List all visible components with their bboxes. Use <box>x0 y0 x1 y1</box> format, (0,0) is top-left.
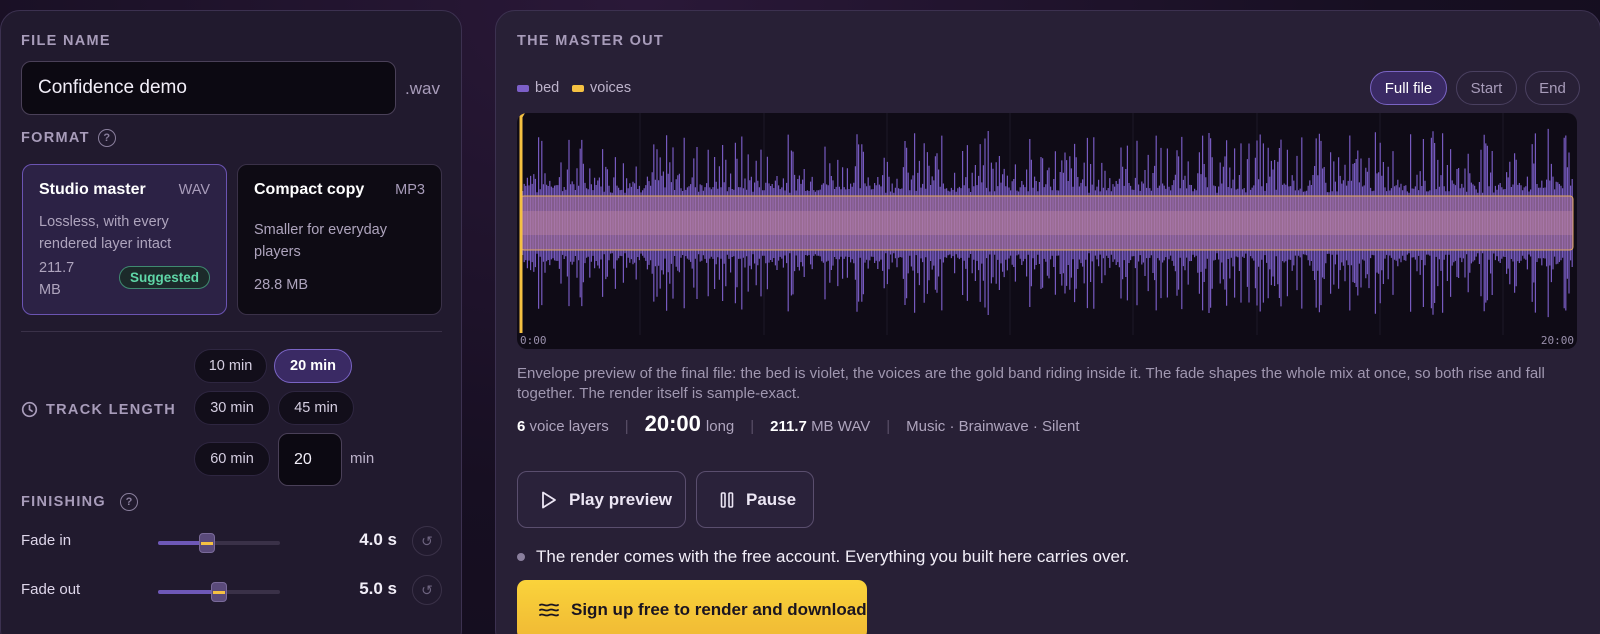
fade-out-label: Fade out <box>21 581 81 598</box>
pause-icon <box>720 491 734 508</box>
format-kind: MP3 <box>395 182 425 198</box>
range-end[interactable]: End <box>1525 71 1580 105</box>
bullet-dot <box>517 553 525 561</box>
stats-separator: | <box>624 418 629 435</box>
range-full-file[interactable]: Full file <box>1370 71 1447 105</box>
playhead-marker <box>518 113 525 119</box>
voice-layers-text: voice layers <box>529 418 609 435</box>
length-option-60[interactable]: 60 min <box>194 442 270 476</box>
file-name-label: FILE NAME <box>21 33 111 49</box>
waveform-svg <box>518 113 1574 335</box>
legend-bed: bed <box>517 80 559 96</box>
legend-label: bed <box>535 80 560 96</box>
stats-tags: Music · Brainwave · Silent <box>906 418 1080 435</box>
play-preview-button[interactable]: Play preview <box>517 471 686 528</box>
signup-render-button[interactable]: Sign up free to render and download <box>517 580 867 634</box>
account-note-text: The render comes with the free account. … <box>536 547 1130 566</box>
finishing-heading: FINISHING? <box>21 493 139 511</box>
legend-label: voices <box>590 80 632 96</box>
format-size: 28.8 MB <box>254 277 308 293</box>
fade-in-label: Fade in <box>21 532 72 549</box>
waveform-description: Envelope preview of the final file: the … <box>517 365 1545 402</box>
fade-in-slider[interactable] <box>158 533 280 553</box>
slider-handle[interactable] <box>211 582 227 602</box>
format-description: Smaller for everyday players <box>254 222 387 260</box>
voice-layers-count: 6 <box>517 418 526 435</box>
stats-separator: | <box>886 418 891 435</box>
format-description: Lossless, with every rendered layer inta… <box>39 214 172 252</box>
pause-button[interactable]: Pause <box>696 471 814 528</box>
pause-label: Pause <box>746 489 797 509</box>
format-kind: WAV <box>178 182 210 198</box>
suggested-badge: Suggested <box>119 266 211 289</box>
fade-out-slider[interactable] <box>158 582 280 602</box>
track-length-label: TRACK LENGTH <box>46 401 176 418</box>
account-note: The render comes with the free account. … <box>517 547 1129 567</box>
help-icon[interactable]: ? <box>120 493 139 511</box>
voices-swatch <box>572 84 584 92</box>
track-length-heading: TRACK LENGTH <box>21 401 176 418</box>
master-out-title: THE MASTER OUT <box>517 33 665 49</box>
size-value: 211.7 <box>770 418 807 435</box>
fade-in-value: 4.0 s <box>359 530 397 549</box>
master-out-panel: THE MASTER OUT bed voices Full file Star… <box>495 10 1600 634</box>
custom-length-unit: min <box>350 450 375 467</box>
fade-out-value: 5.0 s <box>359 579 397 598</box>
length-option-10[interactable]: 10 min <box>194 349 267 383</box>
size-text: MB WAV <box>811 418 871 435</box>
format-option-compact-copy[interactable]: Compact copy MP3 Smaller for everyday pl… <box>237 164 442 315</box>
format-label: FORMAT <box>21 129 90 146</box>
finishing-label: FINISHING <box>21 493 107 510</box>
file-extension: .wav <box>405 79 440 98</box>
legend-voices: voices <box>572 80 631 96</box>
reset-fade-out-icon[interactable]: ↺ <box>412 575 442 605</box>
length-option-20[interactable]: 20 min <box>274 349 352 383</box>
file-name-input[interactable]: Confidence demo <box>21 61 396 115</box>
range-start[interactable]: Start <box>1456 71 1517 105</box>
custom-length-input[interactable]: 20 <box>278 433 342 486</box>
play-icon <box>542 491 556 508</box>
bed-swatch <box>517 84 529 92</box>
time-start-label: 0:00 <box>520 334 547 347</box>
length-option-45[interactable]: 45 min <box>278 391 354 425</box>
reset-fade-in-icon[interactable]: ↺ <box>412 526 442 556</box>
length-option-30[interactable]: 30 min <box>194 391 270 425</box>
play-preview-label: Play preview <box>569 489 673 509</box>
format-heading: FORMAT? <box>21 129 116 147</box>
clock-icon <box>21 401 38 418</box>
render-stats: 6 voice layers | 20:00 long | 211.7 MB WA… <box>517 411 1080 445</box>
section-divider <box>21 331 442 332</box>
slider-handle[interactable] <box>198 533 215 553</box>
duration-value: 20:00 <box>644 411 701 436</box>
format-option-studio-master[interactable]: Studio master WAV Lossless, with every r… <box>22 164 227 315</box>
voices-core <box>521 211 1573 235</box>
format-size: 211.7 MB <box>39 260 75 298</box>
waveform-preview[interactable]: 0:00 20:00 <box>517 113 1577 349</box>
slider-fill <box>158 590 219 594</box>
time-end-label: 20:00 <box>1540 334 1574 347</box>
help-icon[interactable]: ? <box>97 129 116 147</box>
duration-suffix: long <box>705 418 735 435</box>
waves-icon <box>539 603 559 617</box>
signup-render-label: Sign up free to render and download <box>571 600 867 619</box>
stats-separator: | <box>750 418 755 435</box>
export-settings-panel: FILE NAME Confidence demo .wav FORMAT? S… <box>0 10 462 634</box>
